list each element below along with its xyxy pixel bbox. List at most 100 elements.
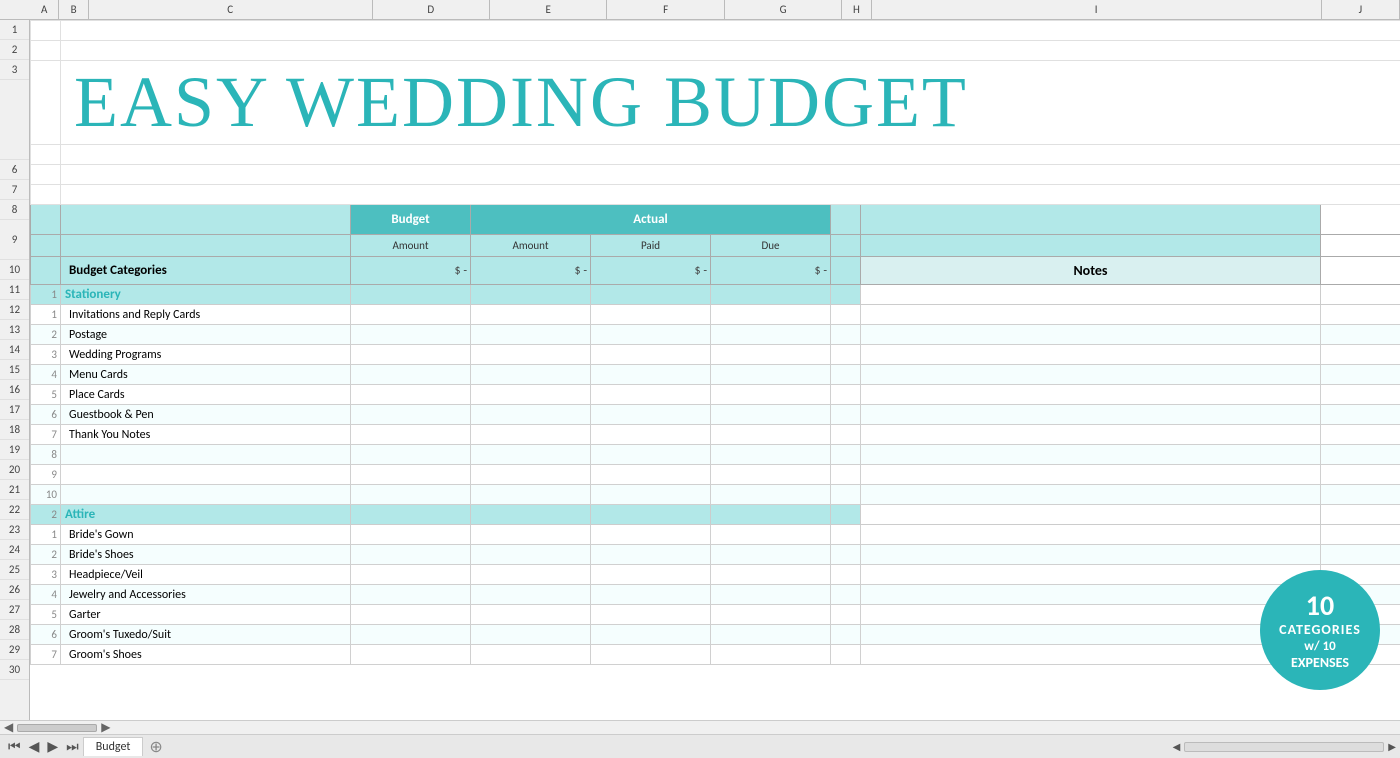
gshoes-f	[591, 645, 711, 665]
cell-9a	[31, 205, 61, 235]
cat-attire-g	[711, 505, 831, 525]
s10-f	[591, 485, 711, 505]
menu-e	[471, 365, 591, 385]
place-g	[711, 385, 831, 405]
cat-stationery-j	[1321, 285, 1400, 305]
badge-line1: CATEGORIES	[1279, 622, 1361, 639]
jewelry-g	[711, 585, 831, 605]
cat-stationery-e	[471, 285, 591, 305]
cell-9c	[61, 205, 351, 235]
cell-11h	[831, 257, 861, 285]
name-s10	[61, 485, 351, 505]
postage-i	[861, 325, 1321, 345]
cat-attire-i	[861, 505, 1321, 525]
idx-gshoes: 7	[31, 645, 61, 665]
s9-h	[831, 465, 861, 485]
cat-stationery-g	[711, 285, 831, 305]
cell-7b	[61, 165, 1400, 185]
name-postage: Postage	[61, 325, 351, 345]
cell-8b	[61, 185, 1400, 205]
programs-e	[471, 345, 591, 365]
add-tab-button[interactable]: ⊕	[145, 737, 166, 757]
cat-name-attire: Attire	[61, 505, 351, 525]
cell-10h	[831, 235, 861, 257]
scroll-bar-area: ◀ ▶	[167, 740, 1396, 753]
menu-h	[831, 365, 861, 385]
scroll-right-btn[interactable]: ▶	[1388, 740, 1396, 753]
tab-nav-last[interactable]: ⏭	[62, 738, 83, 755]
tab-nav-prev[interactable]: ◀	[25, 738, 44, 755]
row-num-19: 19	[0, 440, 29, 460]
header-row-11: Budget Categories $ - $ - $ - $ - Notes	[31, 257, 1400, 285]
scroll-left-icon[interactable]: ◀	[4, 720, 13, 735]
scroll-track[interactable]	[1184, 742, 1384, 752]
cell-1b-merge	[61, 21, 1400, 41]
garter-g	[711, 605, 831, 625]
guestbook-i	[861, 405, 1321, 425]
invitations-j	[1321, 305, 1400, 325]
menu-i	[861, 365, 1321, 385]
idx-garter: 5	[31, 605, 61, 625]
cell-7a	[31, 165, 61, 185]
bshoes-j	[1321, 545, 1400, 565]
menu-f	[591, 365, 711, 385]
cat-num-attire: 2	[31, 505, 61, 525]
name-s8	[61, 445, 351, 465]
place-d	[351, 385, 471, 405]
headpiece-e	[471, 565, 591, 585]
tux-g	[711, 625, 831, 645]
sheet-content: EASY WEDDING BUDGET	[30, 20, 1400, 720]
jewelry-e	[471, 585, 591, 605]
name-jewelry: Jewelry and Accessories	[61, 585, 351, 605]
name-gshoes: Groom's Shoes	[61, 645, 351, 665]
name-thankyou: Thank You Notes	[61, 425, 351, 445]
invitations-f	[591, 305, 711, 325]
row-headpiece: 3 Headpiece/Veil	[31, 565, 1400, 585]
s8-h	[831, 445, 861, 465]
idx-s9: 9	[31, 465, 61, 485]
row-brides-gown: 1 Bride's Gown	[31, 525, 1400, 545]
gown-g	[711, 525, 831, 545]
tab-nav-first[interactable]: ⏮	[4, 738, 25, 755]
bshoes-f	[591, 545, 711, 565]
gown-i	[861, 525, 1321, 545]
name-tux: Groom's Tuxedo/Suit	[61, 625, 351, 645]
tab-nav-next[interactable]: ▶	[43, 738, 62, 755]
s10-j	[1321, 485, 1400, 505]
row-s10: 10	[31, 485, 1400, 505]
row-num-3-span	[0, 80, 29, 160]
scroll-right-icon[interactable]: ▶	[101, 720, 110, 735]
programs-f	[591, 345, 711, 365]
scroll-left-btn[interactable]: ◀	[1173, 740, 1181, 753]
programs-j	[1321, 345, 1400, 365]
postage-e	[471, 325, 591, 345]
row-guestbook: 6 Guestbook & Pen	[31, 405, 1400, 425]
row-num-20: 20	[0, 460, 29, 480]
row-num-12: 12	[0, 300, 29, 320]
idx-jewelry: 4	[31, 585, 61, 605]
programs-h	[831, 345, 861, 365]
row-num-6: 6	[0, 160, 29, 180]
row-numbers: 1 2 3 6 7 8 9 10 11 12 13 14 15 16 17 18…	[0, 20, 30, 720]
guestbook-h	[831, 405, 861, 425]
tab-budget[interactable]: Budget	[83, 737, 144, 756]
name-programs: Wedding Programs	[61, 345, 351, 365]
row-thankyou: 7 Thank You Notes	[31, 425, 1400, 445]
cat-stationery-f	[591, 285, 711, 305]
garter-i	[861, 605, 1321, 625]
place-f	[591, 385, 711, 405]
tux-f	[591, 625, 711, 645]
row-num-8: 8	[0, 200, 29, 220]
tux-h	[831, 625, 861, 645]
h-scroll-track[interactable]	[17, 724, 97, 732]
s9-e	[471, 465, 591, 485]
postage-j	[1321, 325, 1400, 345]
cell-1a	[31, 21, 61, 41]
row-garter: 5 Garter	[31, 605, 1400, 625]
paid-dollar: $ -	[591, 257, 711, 285]
spreadsheet-title: EASY WEDDING BUDGET	[64, 61, 978, 145]
cat-attire-h	[831, 505, 861, 525]
idx-s8: 8	[31, 445, 61, 465]
cell-6a	[31, 145, 61, 165]
bshoes-i	[861, 545, 1321, 565]
